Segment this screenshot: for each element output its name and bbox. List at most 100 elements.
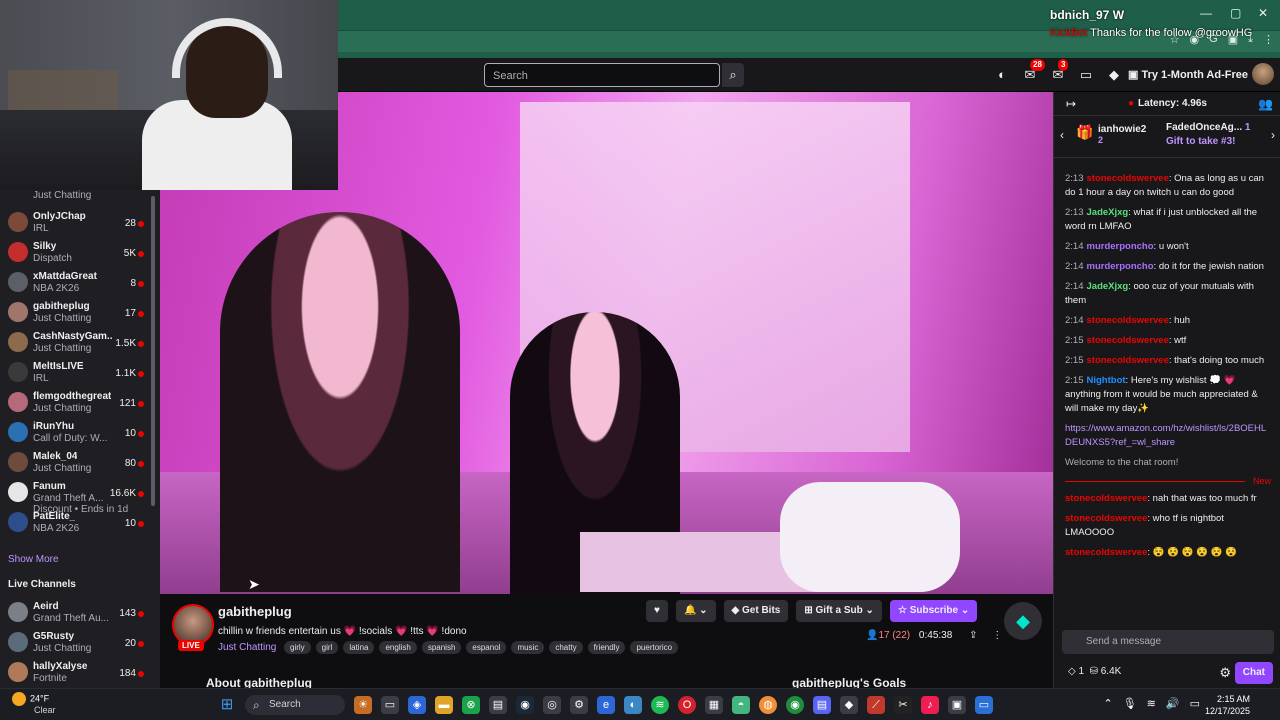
- bits-icon[interactable]: ◆: [1106, 67, 1122, 83]
- users-icon[interactable]: 👥: [1258, 97, 1273, 111]
- chevron-left-icon[interactable]: ‹: [1060, 128, 1064, 142]
- notifications-icon[interactable]: ✉ 28: [1022, 59, 1045, 83]
- notifications-bell-button[interactable]: 🔔 ⌄: [675, 600, 716, 622]
- app-icon[interactable]: ▤: [489, 696, 507, 714]
- gift-sub-button[interactable]: ⊞ Gift a Sub ⌄: [796, 600, 882, 622]
- spotify-icon[interactable]: ≋: [651, 696, 669, 714]
- message-user[interactable]: murderponcho: [1087, 261, 1154, 272]
- share-icon[interactable]: ⇪: [969, 630, 977, 641]
- tag-chip[interactable]: music: [511, 641, 545, 654]
- crown-icon[interactable]: ◐: [994, 67, 1010, 83]
- clock[interactable]: 2:15 AM 12/17/2025: [1205, 693, 1250, 717]
- app-icon[interactable]: ⟋: [867, 696, 885, 714]
- message-user[interactable]: stonecoldswervee: [1087, 335, 1169, 346]
- discord-icon[interactable]: ◓: [732, 696, 750, 714]
- sidebar-channel[interactable]: flemgodthegreat Just Chatting 121: [0, 388, 150, 418]
- message-user[interactable]: stonecoldswervee: [1065, 513, 1147, 524]
- follow-heart-button[interactable]: ♥: [646, 600, 668, 622]
- chevron-right-icon[interactable]: ›: [1271, 128, 1275, 142]
- inbox-icon[interactable]: ✉ 3: [1050, 59, 1069, 83]
- whispers-icon[interactable]: ▭: [1078, 67, 1094, 83]
- copilot-icon[interactable]: ◈: [408, 696, 426, 714]
- sidebar-channel[interactable]: iRunYhu Call of Duty: W... 10: [0, 418, 150, 448]
- tag-chip[interactable]: puertorico: [630, 641, 679, 654]
- chat-input[interactable]: Send a message: [1062, 630, 1274, 654]
- sidebar-scrollbar[interactable]: [150, 190, 156, 688]
- chevron-up-icon[interactable]: ⌃: [1103, 697, 1112, 710]
- microphone-icon[interactable]: 🎙: [1123, 697, 1137, 710]
- message-user[interactable]: stonecoldswervee: [1087, 355, 1169, 366]
- wifi-icon[interactable]: ≋: [1147, 697, 1156, 710]
- tag-chip[interactable]: girly: [284, 641, 311, 654]
- subscribe-button[interactable]: ☆ Subscribe ⌄: [889, 600, 978, 622]
- live-channel[interactable]: Aeird Grand Theft Au... 143: [0, 598, 150, 628]
- app-icon[interactable]: ▭: [975, 696, 993, 714]
- maximize-icon[interactable]: ▢: [1230, 6, 1241, 20]
- chat-send-button[interactable]: Chat: [1234, 662, 1273, 684]
- tag-chip[interactable]: chatty: [549, 641, 583, 654]
- battery-icon[interactable]: ▭: [1190, 697, 1200, 710]
- sidebar-channel[interactable]: Silky Dispatch 5K: [0, 238, 150, 268]
- more-options-icon[interactable]: ⋮: [992, 630, 1002, 641]
- file-explorer-icon[interactable]: ▬: [435, 696, 453, 714]
- message-user[interactable]: stonecoldswervee: [1065, 493, 1147, 504]
- app-icon[interactable]: ◍: [759, 696, 777, 714]
- gear-icon[interactable]: ⚙: [1219, 665, 1231, 681]
- channel-name[interactable]: gabitheplug: [218, 604, 292, 619]
- app-icon[interactable]: ▣: [948, 696, 966, 714]
- collapse-chat-icon[interactable]: ↦: [1066, 97, 1076, 111]
- sidebar-channel[interactable]: Malek_04 Just Chatting 80: [0, 448, 150, 478]
- show-more-link[interactable]: Show More: [8, 554, 59, 565]
- opera-icon[interactable]: O: [678, 696, 696, 714]
- menu-icon[interactable]: ⋮: [1263, 33, 1274, 46]
- message-user[interactable]: stonecoldswervee: [1087, 315, 1169, 326]
- search-icon[interactable]: ⌕: [722, 63, 744, 87]
- windows-start-icon[interactable]: ⊞: [218, 696, 236, 714]
- browser-icon[interactable]: ◐: [624, 696, 642, 714]
- message-user[interactable]: Nightbot: [1087, 375, 1126, 386]
- message-user[interactable]: JadeXjxg: [1087, 207, 1129, 218]
- live-channel[interactable]: G5Rusty Just Chatting 20: [0, 628, 150, 658]
- tiktok-icon[interactable]: ♪: [921, 696, 939, 714]
- user-avatar[interactable]: [1252, 63, 1274, 85]
- minimize-icon[interactable]: —: [1200, 6, 1212, 20]
- message-user[interactable]: stonecoldswervee: [1065, 547, 1147, 558]
- get-bits-button[interactable]: ◆ Get Bits: [723, 600, 789, 622]
- category-link[interactable]: Just Chatting: [218, 642, 276, 653]
- tag-chip[interactable]: girl: [315, 641, 339, 654]
- tag-chip[interactable]: spanish: [421, 641, 462, 654]
- obs-icon[interactable]: ◎: [543, 696, 561, 714]
- sidebar-channel[interactable]: MeltIsLIVE IRL 1.1K: [0, 358, 150, 388]
- try-ad-free-button[interactable]: ▣ Try 1-Month Ad-Free: [1128, 65, 1248, 85]
- tag-chip[interactable]: latina: [343, 641, 375, 654]
- tag-chip[interactable]: espanol: [466, 641, 507, 654]
- task-view-icon[interactable]: ▭: [381, 696, 399, 714]
- capcut-icon[interactable]: ✂: [894, 696, 912, 714]
- xbox-icon[interactable]: ⊗: [462, 696, 480, 714]
- app-icon[interactable]: ▦: [705, 696, 723, 714]
- sidebar-channel[interactable]: CashNastyGam... Just Chatting 1.5K: [0, 328, 150, 358]
- search-input[interactable]: Search: [484, 63, 720, 87]
- tag-chip[interactable]: english: [379, 641, 417, 654]
- settings-icon[interactable]: ⚙: [570, 696, 588, 714]
- app-icon[interactable]: ▤: [813, 696, 831, 714]
- sidebar-channel[interactable]: xMattdaGreat NBA 2K26 8: [0, 268, 150, 298]
- tag-chip[interactable]: friendly: [587, 641, 626, 654]
- weather-widget[interactable]: 24°F Clear: [12, 692, 56, 715]
- sidebar-channel[interactable]: OnlyJChap IRL 28: [0, 208, 150, 238]
- app-icon[interactable]: ◆: [840, 696, 858, 714]
- message-user[interactable]: JadeXjxg: [1087, 281, 1129, 292]
- close-window-icon[interactable]: ✕: [1258, 6, 1268, 20]
- widgets-icon[interactable]: ☀: [354, 696, 372, 714]
- taskbar-search[interactable]: Search: [245, 695, 345, 715]
- steam-icon[interactable]: ◉: [516, 696, 534, 714]
- message-user[interactable]: stonecoldswervee: [1087, 173, 1169, 184]
- message-user[interactable]: murderponcho: [1087, 241, 1154, 252]
- channel-gem-icon[interactable]: ◆: [1004, 602, 1042, 640]
- volume-icon[interactable]: 🔊: [1166, 697, 1180, 710]
- chrome-icon[interactable]: ◉: [786, 696, 804, 714]
- sidebar-channel[interactable]: gabitheplug Just Chatting 17: [0, 298, 150, 328]
- wishlist-link[interactable]: https://www.amazon.com/hz/wishlist/ls/2B…: [1065, 422, 1271, 450]
- edge-icon[interactable]: e: [597, 696, 615, 714]
- channel-points[interactable]: ◇ 1 ⛁ 6.4K: [1068, 666, 1121, 677]
